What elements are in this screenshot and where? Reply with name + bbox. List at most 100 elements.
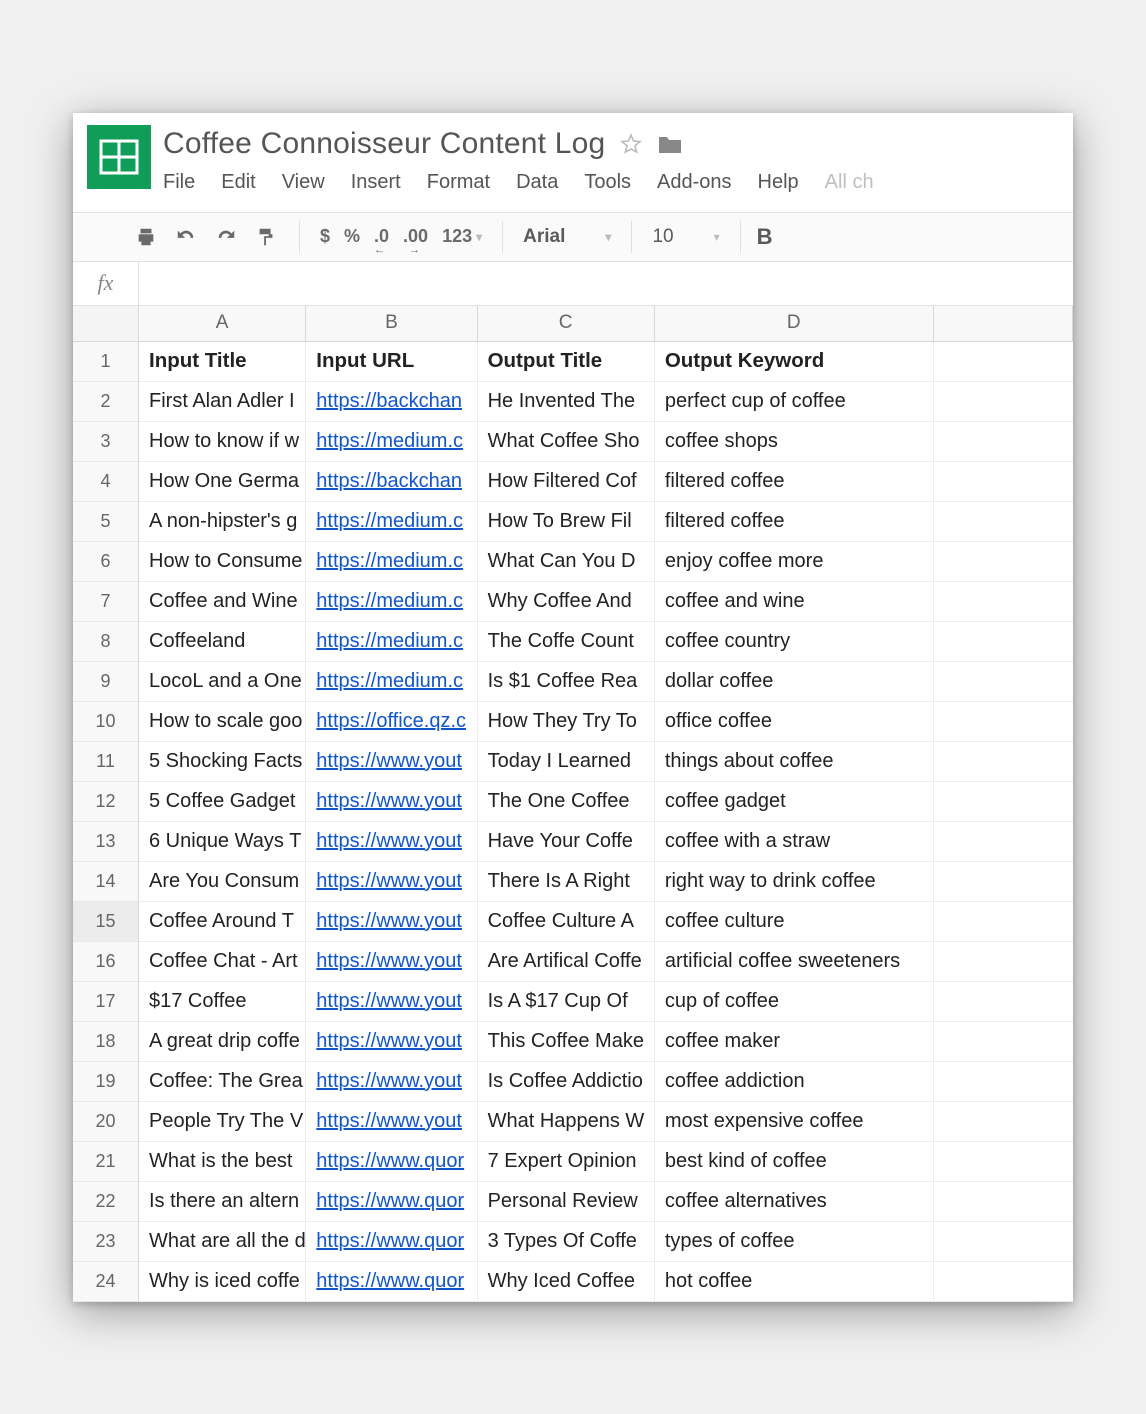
menu-addons[interactable]: Add-ons xyxy=(657,171,732,194)
cell-text[interactable]: Are You Consum xyxy=(139,862,306,902)
menu-help[interactable]: Help xyxy=(758,171,799,194)
cell-url[interactable]: https://www.yout xyxy=(306,902,477,942)
cell-text[interactable] xyxy=(934,622,1073,662)
row-header[interactable]: 19 xyxy=(73,1062,139,1102)
cell-url[interactable]: https://www.quor xyxy=(306,1222,477,1262)
cell-url[interactable]: https://www.yout xyxy=(306,1062,477,1102)
cell-text[interactable]: How to know if w xyxy=(139,422,306,462)
row-header[interactable]: 3 xyxy=(73,422,139,462)
menu-insert[interactable]: Insert xyxy=(351,171,401,194)
select-all-corner[interactable] xyxy=(73,306,139,342)
cell-text[interactable]: things about coffee xyxy=(655,742,934,782)
folder-icon[interactable] xyxy=(657,133,683,155)
increase-decimal-button[interactable]: .00→ xyxy=(403,226,428,247)
print-icon[interactable] xyxy=(133,224,159,250)
col-header-e[interactable] xyxy=(934,306,1073,342)
row-header[interactable]: 1 xyxy=(73,342,139,382)
cell-url[interactable]: https://www.yout xyxy=(306,822,477,862)
cell-text[interactable]: A non-hipster's g xyxy=(139,502,306,542)
row-header[interactable]: 17 xyxy=(73,982,139,1022)
row-header[interactable]: 15 xyxy=(73,902,139,942)
cell-text[interactable] xyxy=(934,1222,1073,1262)
cell-text[interactable]: right way to drink coffee xyxy=(655,862,934,902)
cell-text[interactable] xyxy=(934,1062,1073,1102)
row-header[interactable]: 10 xyxy=(73,702,139,742)
cell-text[interactable]: Is there an altern xyxy=(139,1182,306,1222)
menu-view[interactable]: View xyxy=(282,171,325,194)
cell-text[interactable] xyxy=(934,1182,1073,1222)
cell-text[interactable] xyxy=(934,702,1073,742)
cell-text[interactable] xyxy=(934,742,1073,782)
cell-text[interactable]: 5 Coffee Gadget xyxy=(139,782,306,822)
cell-text[interactable]: A great drip coffe xyxy=(139,1022,306,1062)
cell-url[interactable]: https://medium.c xyxy=(306,542,477,582)
cell-url[interactable]: https://office.qz.c xyxy=(306,702,477,742)
cell-text[interactable]: How To Brew Fil xyxy=(478,502,655,542)
cell-url[interactable]: https://medium.c xyxy=(306,662,477,702)
cell-text[interactable]: coffee and wine xyxy=(655,582,934,622)
cell-text[interactable]: Coffee: The Grea xyxy=(139,1062,306,1102)
cell-text[interactable]: filtered coffee xyxy=(655,462,934,502)
cell-text[interactable]: types of coffee xyxy=(655,1222,934,1262)
cell-url[interactable]: https://www.yout xyxy=(306,1022,477,1062)
undo-icon[interactable] xyxy=(173,224,199,250)
row-header[interactable]: 21 xyxy=(73,1142,139,1182)
row-header[interactable]: 22 xyxy=(73,1182,139,1222)
cell-text[interactable]: The Coffe Count xyxy=(478,622,655,662)
cell-text[interactable]: What Can You D xyxy=(478,542,655,582)
cell-text[interactable]: coffee gadget xyxy=(655,782,934,822)
menu-tools[interactable]: Tools xyxy=(584,171,631,194)
cell-text[interactable]: coffee shops xyxy=(655,422,934,462)
row-header[interactable]: 24 xyxy=(73,1262,139,1302)
cell-text[interactable]: office coffee xyxy=(655,702,934,742)
row-header[interactable]: 9 xyxy=(73,662,139,702)
cell-text[interactable]: Coffee Around T xyxy=(139,902,306,942)
cell-text[interactable]: cup of coffee xyxy=(655,982,934,1022)
cell-text[interactable] xyxy=(934,902,1073,942)
cell-text[interactable]: What Happens W xyxy=(478,1102,655,1142)
cell-text[interactable]: 3 Types Of Coffe xyxy=(478,1222,655,1262)
cell-url[interactable]: https://www.yout xyxy=(306,982,477,1022)
cell-text[interactable] xyxy=(934,662,1073,702)
cell-text[interactable]: dollar coffee xyxy=(655,662,934,702)
cell-text[interactable]: hot coffee xyxy=(655,1262,934,1302)
row-header[interactable]: 23 xyxy=(73,1222,139,1262)
cell-text[interactable]: enjoy coffee more xyxy=(655,542,934,582)
cell-text[interactable] xyxy=(934,502,1073,542)
cell-text[interactable]: 5 Shocking Facts xyxy=(139,742,306,782)
cell-text[interactable]: This Coffee Make xyxy=(478,1022,655,1062)
row-header[interactable]: 2 xyxy=(73,382,139,422)
cell-text[interactable]: Is $1 Coffee Rea xyxy=(478,662,655,702)
cell-text[interactable]: filtered coffee xyxy=(655,502,934,542)
row-header[interactable]: 11 xyxy=(73,742,139,782)
format-percent-button[interactable]: % xyxy=(344,226,360,247)
header-input-title[interactable]: Input Title xyxy=(139,342,306,382)
cell-text[interactable]: What are all the d xyxy=(139,1222,306,1262)
cell-text[interactable]: Is A $17 Cup Of xyxy=(478,982,655,1022)
menu-format[interactable]: Format xyxy=(427,171,490,194)
cell-url[interactable]: https://backchan xyxy=(306,382,477,422)
paint-format-icon[interactable] xyxy=(253,224,279,250)
cell-text[interactable]: $17 Coffee xyxy=(139,982,306,1022)
row-header[interactable]: 6 xyxy=(73,542,139,582)
cell-text[interactable]: perfect cup of coffee xyxy=(655,382,934,422)
cell-text[interactable]: coffee with a straw xyxy=(655,822,934,862)
row-header[interactable]: 12 xyxy=(73,782,139,822)
cell-text[interactable] xyxy=(934,582,1073,622)
cell-text[interactable]: Coffeeland xyxy=(139,622,306,662)
sheets-logo-icon[interactable] xyxy=(87,125,151,189)
cell-url[interactable]: https://www.quor xyxy=(306,1262,477,1302)
decrease-decimal-button[interactable]: .0← xyxy=(374,226,389,247)
font-family-select[interactable]: Arial ▾ xyxy=(513,226,621,248)
row-header[interactable]: 16 xyxy=(73,942,139,982)
cell-url[interactable]: https://medium.c xyxy=(306,582,477,622)
cell-text[interactable] xyxy=(934,822,1073,862)
col-header-b[interactable]: B xyxy=(306,306,477,342)
cell-url[interactable]: https://backchan xyxy=(306,462,477,502)
cell-text[interactable]: coffee addiction xyxy=(655,1062,934,1102)
cell-text[interactable]: Personal Review xyxy=(478,1182,655,1222)
cell-text[interactable]: coffee maker xyxy=(655,1022,934,1062)
row-header[interactable]: 8 xyxy=(73,622,139,662)
row-header[interactable]: 4 xyxy=(73,462,139,502)
cell-text[interactable] xyxy=(934,462,1073,502)
